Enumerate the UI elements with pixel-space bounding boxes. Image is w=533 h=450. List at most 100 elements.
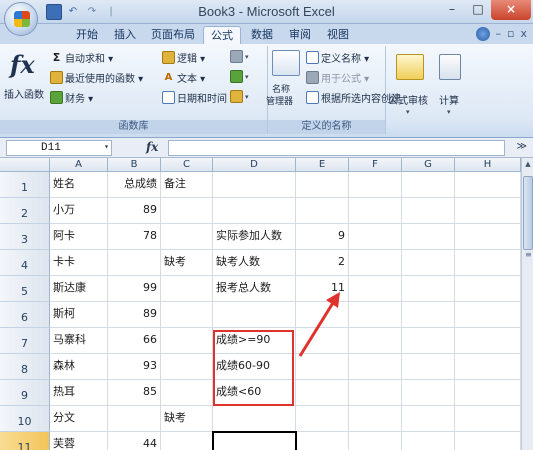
tab-data[interactable]: 数据 bbox=[245, 26, 279, 44]
cell-h6[interactable] bbox=[455, 302, 521, 328]
cell-b9[interactable]: 85 bbox=[108, 380, 161, 406]
cell-f5[interactable] bbox=[349, 276, 402, 302]
cell-a8[interactable]: 森林 bbox=[50, 354, 108, 380]
expand-formula-bar-icon[interactable]: ≫ bbox=[517, 141, 527, 152]
row-header-4[interactable]: 4 bbox=[0, 250, 50, 276]
cell-d10[interactable] bbox=[213, 406, 296, 432]
cell-a10[interactable]: 分文 bbox=[50, 406, 108, 432]
close-button[interactable]: × bbox=[491, 0, 531, 20]
tab-view[interactable]: 视图 bbox=[321, 26, 355, 44]
select-all-corner[interactable] bbox=[0, 158, 50, 172]
cell-h2[interactable] bbox=[455, 198, 521, 224]
column-header-a[interactable]: A bbox=[50, 158, 108, 172]
cell-g5[interactable] bbox=[402, 276, 455, 302]
insert-function-small-icon[interactable]: fx bbox=[146, 140, 158, 154]
define-name-button[interactable]: 定义名称 ▾ bbox=[306, 50, 369, 65]
cell-h5[interactable] bbox=[455, 276, 521, 302]
cell-c11[interactable] bbox=[161, 432, 213, 450]
cell-g2[interactable] bbox=[402, 198, 455, 224]
cell-f1[interactable] bbox=[349, 172, 402, 198]
cell-b8[interactable]: 93 bbox=[108, 354, 161, 380]
cell-b7[interactable]: 66 bbox=[108, 328, 161, 354]
cell-f2[interactable] bbox=[349, 198, 402, 224]
insert-function-button[interactable]: 插入函数 bbox=[4, 86, 44, 101]
calculation-icon[interactable] bbox=[439, 54, 461, 80]
cell-e2[interactable] bbox=[296, 198, 349, 224]
cell-d4[interactable]: 缺考人数 bbox=[213, 250, 296, 276]
cell-g3[interactable] bbox=[402, 224, 455, 250]
cell-e3[interactable]: 9 bbox=[296, 224, 349, 250]
cell-d5[interactable]: 报考总人数 bbox=[213, 276, 296, 302]
cell-a6[interactable]: 斯柯 bbox=[50, 302, 108, 328]
formula-auditing-drop-icon[interactable]: ▾ bbox=[406, 108, 410, 116]
column-header-f[interactable]: F bbox=[349, 158, 402, 172]
cell-h3[interactable] bbox=[455, 224, 521, 250]
cell-g10[interactable] bbox=[402, 406, 455, 432]
cell-g11[interactable] bbox=[402, 432, 455, 450]
row-header-7[interactable]: 7 bbox=[0, 328, 50, 354]
cell-a5[interactable]: 斯达康 bbox=[50, 276, 108, 302]
active-cell-outline[interactable] bbox=[212, 431, 297, 450]
row-header-3[interactable]: 3 bbox=[0, 224, 50, 250]
cell-d3[interactable]: 实际参加人数 bbox=[213, 224, 296, 250]
cell-d2[interactable] bbox=[213, 198, 296, 224]
cell-a1[interactable]: 姓名 bbox=[50, 172, 108, 198]
tab-page-layout[interactable]: 页面布局 bbox=[147, 26, 199, 44]
cell-a2[interactable]: 小万 bbox=[50, 198, 108, 224]
cell-c6[interactable] bbox=[161, 302, 213, 328]
text-button[interactable]: A 文本 ▾ bbox=[162, 70, 206, 85]
math-button[interactable]: ▾ bbox=[230, 70, 249, 83]
ribbon-close-button[interactable]: x bbox=[520, 27, 527, 41]
cell-e1[interactable] bbox=[296, 172, 349, 198]
name-manager-button-line2[interactable]: 管理器 bbox=[266, 94, 293, 107]
formula-auditing-icon[interactable] bbox=[396, 54, 424, 80]
cell-e11[interactable] bbox=[296, 432, 349, 450]
name-manager-icon[interactable] bbox=[272, 50, 300, 76]
cell-h4[interactable] bbox=[455, 250, 521, 276]
column-header-g[interactable]: G bbox=[402, 158, 455, 172]
name-box-dropdown-icon[interactable]: ▾ bbox=[104, 141, 109, 155]
cell-a4[interactable]: 卡卡 bbox=[50, 250, 108, 276]
use-in-formula-button[interactable]: 用于公式 ▾ bbox=[306, 70, 369, 85]
cell-g6[interactable] bbox=[402, 302, 455, 328]
name-box[interactable]: D11 ▾ bbox=[6, 140, 112, 156]
cell-g7[interactable] bbox=[402, 328, 455, 354]
cell-c7[interactable] bbox=[161, 328, 213, 354]
logical-button[interactable]: 逻辑 ▾ bbox=[162, 50, 205, 65]
cell-f9[interactable] bbox=[349, 380, 402, 406]
cell-h9[interactable] bbox=[455, 380, 521, 406]
cell-h11[interactable] bbox=[455, 432, 521, 450]
cell-b1[interactable]: 总成绩 bbox=[108, 172, 161, 198]
cell-g1[interactable] bbox=[402, 172, 455, 198]
cell-a11[interactable]: 芙蓉 bbox=[50, 432, 108, 450]
recent-functions-button[interactable]: 最近使用的函数 ▾ bbox=[50, 70, 143, 85]
cell-f8[interactable] bbox=[349, 354, 402, 380]
cell-a3[interactable]: 阿卡 bbox=[50, 224, 108, 250]
more-functions-button[interactable]: ▾ bbox=[230, 90, 249, 103]
column-header-c[interactable]: C bbox=[161, 158, 213, 172]
ribbon-restore-button[interactable]: ▫ bbox=[507, 27, 514, 41]
row-header-10[interactable]: 10 bbox=[0, 406, 50, 432]
cell-d1[interactable] bbox=[213, 172, 296, 198]
vertical-scrollbar[interactable]: ▲ ≡ bbox=[521, 158, 533, 450]
cell-g8[interactable] bbox=[402, 354, 455, 380]
cell-b6[interactable]: 89 bbox=[108, 302, 161, 328]
ribbon-minimize-button[interactable]: – bbox=[496, 27, 502, 41]
row-header-8[interactable]: 8 bbox=[0, 354, 50, 380]
tab-home[interactable]: 开始 bbox=[70, 26, 104, 44]
cell-h8[interactable] bbox=[455, 354, 521, 380]
scroll-up-icon[interactable]: ▲ bbox=[523, 160, 533, 170]
financial-button[interactable]: 财务 ▾ bbox=[50, 90, 93, 105]
autosum-button[interactable]: Σ 自动求和 ▾ bbox=[50, 50, 113, 65]
cell-g4[interactable] bbox=[402, 250, 455, 276]
cell-c10[interactable]: 缺考 bbox=[161, 406, 213, 432]
calculation-drop-icon[interactable]: ▾ bbox=[447, 108, 451, 116]
cell-b4[interactable] bbox=[108, 250, 161, 276]
insert-function-icon[interactable]: fx bbox=[10, 50, 35, 79]
help-icon[interactable] bbox=[475, 27, 490, 41]
row-header-6[interactable]: 6 bbox=[0, 302, 50, 328]
minimize-button[interactable]: – bbox=[439, 0, 465, 20]
cell-c4[interactable]: 缺考 bbox=[161, 250, 213, 276]
cell-h10[interactable] bbox=[455, 406, 521, 432]
column-header-b[interactable]: B bbox=[108, 158, 161, 172]
